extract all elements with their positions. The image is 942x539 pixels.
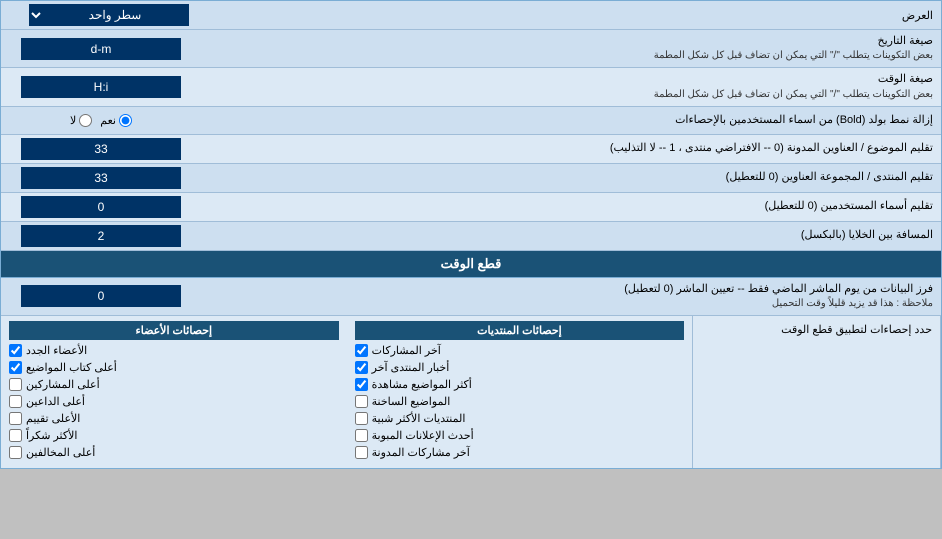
posts-item-0: آخر المشاركات xyxy=(355,344,685,357)
time-format-input-wrap xyxy=(1,73,201,101)
members-checkbox-6[interactable] xyxy=(9,446,22,459)
posts-item-5: أحدث الإعلانات المبوبة xyxy=(355,429,685,442)
bold-style-yes-label[interactable]: نعم xyxy=(100,114,132,127)
members-item-5: الأكثر شكراً xyxy=(9,429,339,442)
cell-spacing-input-wrap xyxy=(1,222,201,250)
posts-checkbox-6[interactable] xyxy=(355,446,368,459)
posts-checkbox-3[interactable] xyxy=(355,395,368,408)
cell-spacing-input[interactable] xyxy=(21,225,181,247)
bold-style-row: إزالة نمط بولد (Bold) من اسماء المستخدمي… xyxy=(1,107,941,135)
time-cut-row: فرز البيانات من يوم الماشر الماضي فقط --… xyxy=(1,278,941,316)
bold-style-no-radio[interactable] xyxy=(79,114,92,127)
display-select-wrap: سطر واحدسطرينثلاثة أسطر xyxy=(9,4,209,26)
posts-item-1: أخبار المنتدى آخر xyxy=(355,361,685,374)
posts-checkbox-5[interactable] xyxy=(355,429,368,442)
forum-sort-input[interactable] xyxy=(21,167,181,189)
posts-checkbox-0[interactable] xyxy=(355,344,368,357)
topic-sort-label: تقليم الموضوع / العناوين المدونة (0 -- ا… xyxy=(201,137,941,160)
display-select[interactable]: سطر واحدسطرينثلاثة أسطر xyxy=(29,4,189,26)
stats-columns: إحصائات المنتديات آخر المشاركات أخبار ال… xyxy=(1,316,693,468)
time-format-input[interactable] xyxy=(21,76,181,98)
members-item-2: أعلى المشاركين xyxy=(9,378,339,391)
bold-style-label: إزالة نمط بولد (Bold) من اسماء المستخدمي… xyxy=(201,109,941,132)
date-format-label: صيغة التاريخ بعض التكوينات يتطلب "/" الت… xyxy=(201,30,941,67)
user-names-label: تقليم أسماء المستخدمين (0 للتعطيل) xyxy=(201,195,941,218)
cell-spacing-row: المسافة بين الخلايا (بالبكسل) xyxy=(1,222,941,251)
time-cut-label: فرز البيانات من يوم الماشر الماضي فقط --… xyxy=(201,278,941,315)
display-row: العرض سطر واحدسطرينثلاثة أسطر xyxy=(1,1,941,30)
posts-stats-header: إحصائات المنتديات xyxy=(355,321,685,340)
forum-sort-input-wrap xyxy=(1,164,201,192)
user-names-input-wrap xyxy=(1,193,201,221)
posts-item-2: أكثر المواضيع مشاهدة xyxy=(355,378,685,391)
posts-item-4: المنتديات الأكثر شبية xyxy=(355,412,685,425)
date-format-input[interactable] xyxy=(21,38,181,60)
topic-sort-input[interactable] xyxy=(21,138,181,160)
members-item-4: الأعلى تقييم xyxy=(9,412,339,425)
members-item-1: أعلى كتاب المواضيع xyxy=(9,361,339,374)
bold-style-input-wrap: نعم لا xyxy=(1,111,201,130)
members-checkbox-5[interactable] xyxy=(9,429,22,442)
members-item-6: أعلى المخالفين xyxy=(9,446,339,459)
cell-spacing-label: المسافة بين الخلايا (بالبكسل) xyxy=(201,224,941,247)
posts-stats-col: إحصائات المنتديات آخر المشاركات أخبار ال… xyxy=(347,316,694,468)
user-names-row: تقليم أسماء المستخدمين (0 للتعطيل) xyxy=(1,193,941,222)
bold-style-no-label[interactable]: لا xyxy=(70,114,92,127)
members-checkbox-0[interactable] xyxy=(9,344,22,357)
members-checkbox-1[interactable] xyxy=(9,361,22,374)
forum-sort-row: تقليم المنتدى / المجموعة العناوين (0 للت… xyxy=(1,164,941,193)
topic-sort-input-wrap xyxy=(1,135,201,163)
time-cut-header: قطع الوقت xyxy=(1,251,941,278)
posts-item-6: آخر مشاركات المدونة xyxy=(355,446,685,459)
members-stats-header: إحصائات الأعضاء xyxy=(9,321,339,340)
date-format-row: صيغة التاريخ بعض التكوينات يتطلب "/" الت… xyxy=(1,30,941,68)
members-checkbox-3[interactable] xyxy=(9,395,22,408)
stats-left-panel: حدد إحصاءات لتطبيق قطع الوقت xyxy=(693,316,941,468)
topic-sort-row: تقليم الموضوع / العناوين المدونة (0 -- ا… xyxy=(1,135,941,164)
bold-style-yes-radio[interactable] xyxy=(119,114,132,127)
date-format-input-wrap xyxy=(1,35,201,63)
posts-checkbox-4[interactable] xyxy=(355,412,368,425)
posts-checkbox-2[interactable] xyxy=(355,378,368,391)
members-item-0: الأعضاء الجدد xyxy=(9,344,339,357)
posts-item-3: المواضيع الساخنة xyxy=(355,395,685,408)
bold-style-radio-group: نعم لا xyxy=(70,114,132,127)
members-item-3: أعلى الداعين xyxy=(9,395,339,408)
user-names-input[interactable] xyxy=(21,196,181,218)
members-checkbox-2[interactable] xyxy=(9,378,22,391)
forum-sort-label: تقليم المنتدى / المجموعة العناوين (0 للت… xyxy=(201,166,941,189)
time-format-row: صيغة الوقت بعض التكوينات يتطلب "/" التي … xyxy=(1,68,941,106)
time-cut-input-wrap xyxy=(1,282,201,310)
posts-checkbox-1[interactable] xyxy=(355,361,368,374)
display-label: العرض xyxy=(209,9,933,22)
members-checkbox-4[interactable] xyxy=(9,412,22,425)
statistics-container: حدد إحصاءات لتطبيق قطع الوقت إحصائات الم… xyxy=(1,316,941,468)
members-stats-col: إحصائات الأعضاء الأعضاء الجدد أعلى كتاب … xyxy=(1,316,347,468)
time-cut-input[interactable] xyxy=(21,285,181,307)
time-format-label: صيغة الوقت بعض التكوينات يتطلب "/" التي … xyxy=(201,68,941,105)
